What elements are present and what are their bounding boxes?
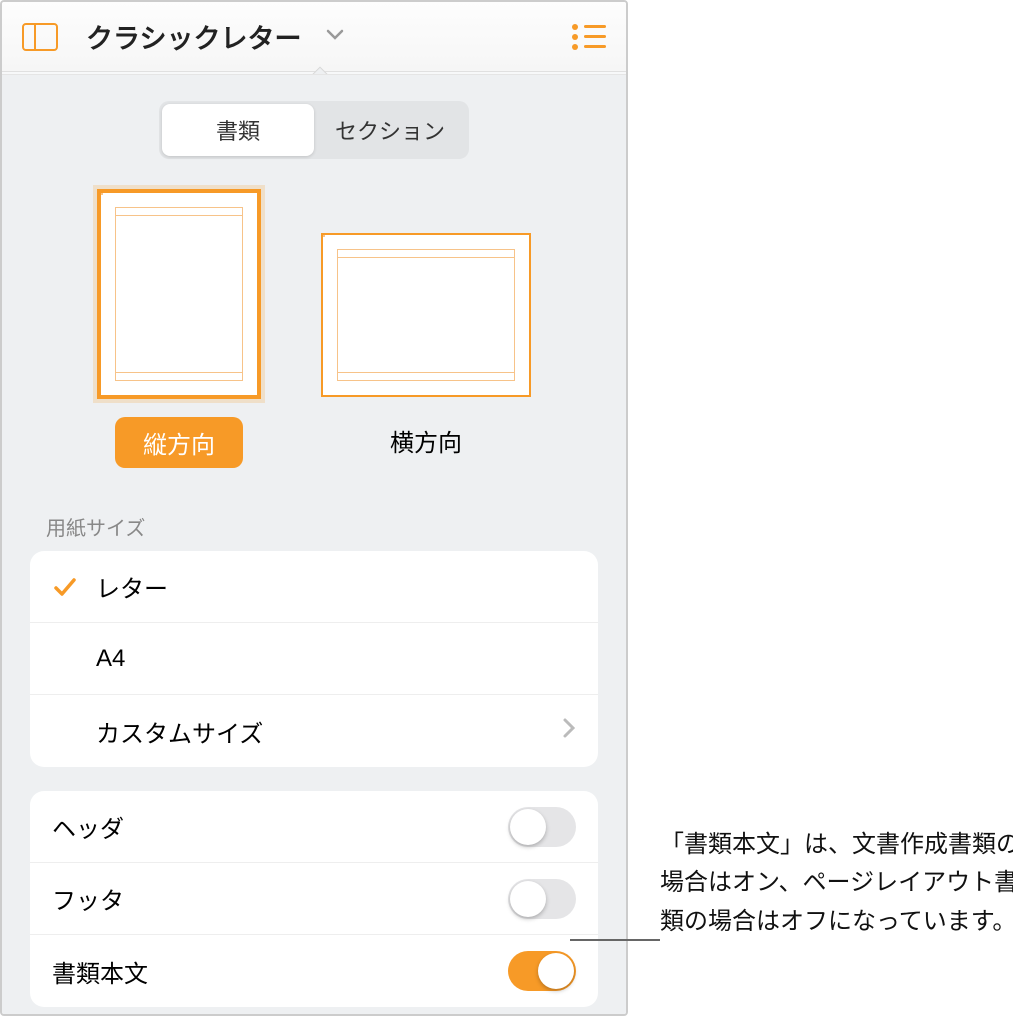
toggle-label: ヘッダ: [52, 809, 508, 844]
chevron-down-icon[interactable]: [326, 28, 344, 46]
content-area: 書類 セクション 縦方向 横方向 用紙サイズ: [2, 74, 626, 1014]
header-bar: クラシックレター: [2, 2, 626, 72]
document-title[interactable]: クラシックレター: [86, 17, 314, 56]
orientation-portrait[interactable]: 縦方向: [97, 189, 261, 468]
header-toggle-row: ヘッダ: [30, 791, 598, 863]
callout-line: [570, 939, 660, 941]
body-toggle-row: 書類本文: [30, 935, 598, 1007]
list-view-icon[interactable]: [572, 24, 606, 50]
paper-size-list: レター A4 カスタムサイズ: [30, 551, 598, 767]
footer-toggle[interactable]: [508, 879, 576, 919]
portrait-preview-icon: [97, 189, 261, 399]
tab-document[interactable]: 書類: [162, 104, 314, 156]
sidebar-toggle-icon[interactable]: [22, 23, 58, 51]
toggle-label: 書類本文: [52, 954, 508, 989]
paper-size-custom[interactable]: カスタムサイズ: [30, 695, 598, 767]
toggle-label: フッタ: [52, 881, 508, 916]
landscape-label: 横方向: [362, 415, 490, 466]
segmented-control: 書類 セクション: [159, 101, 469, 159]
portrait-label: 縦方向: [115, 417, 243, 468]
landscape-preview-icon: [321, 233, 531, 397]
orientation-landscape[interactable]: 横方向: [321, 189, 531, 468]
paper-size-label: カスタムサイズ: [96, 714, 562, 749]
tab-section[interactable]: セクション: [314, 104, 466, 156]
footer-toggle-row: フッタ: [30, 863, 598, 935]
toggle-list: ヘッダ フッタ 書類本文: [30, 791, 598, 1007]
document-settings-panel: クラシックレター 書類 セクション 縦方向 横方向: [0, 0, 628, 1016]
check-icon: [52, 574, 96, 600]
paper-size-letter[interactable]: レター: [30, 551, 598, 623]
paper-size-label: A4: [96, 645, 576, 673]
header-toggle[interactable]: [508, 807, 576, 847]
paper-size-label: レター: [96, 569, 576, 604]
orientation-selector: 縦方向 横方向: [30, 189, 598, 488]
body-toggle[interactable]: [508, 951, 576, 991]
chevron-right-icon: [562, 717, 576, 746]
paper-size-a4[interactable]: A4: [30, 623, 598, 695]
annotation-text: 「書類本文」は、文書作成書類の場合はオン、ページレイアウト書類の場合はオフになっ…: [660, 826, 1013, 941]
paper-size-header: 用紙サイズ: [46, 512, 598, 541]
